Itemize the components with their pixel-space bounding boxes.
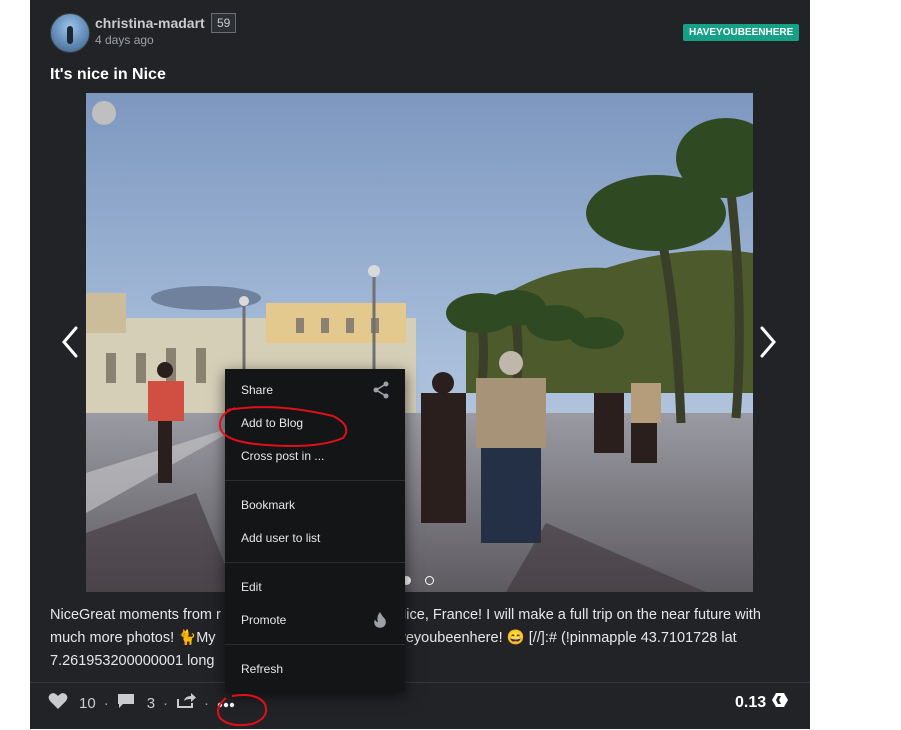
menu-divider — [225, 480, 405, 481]
menu-item-bookmark[interactable]: Bookmark — [241, 498, 295, 512]
community-tag[interactable]: HAVEYOUBEENHERE — [683, 24, 800, 41]
menu-item-share[interactable]: Share — [241, 383, 273, 397]
body-line-1: NiceGreat moments from r Nice, France! I … — [50, 604, 790, 627]
body-line-2: much more photos! 🐈My aveyoubeenhere! 😄 [… — [50, 627, 790, 650]
menu-item-add-to-blog[interactable]: Add to Blog — [241, 416, 303, 430]
fire-icon — [373, 611, 387, 634]
post-body: NiceGreat moments from r Nice, France! I … — [50, 604, 790, 673]
more-icon[interactable] — [217, 695, 235, 712]
share-icon — [372, 381, 390, 404]
heart-icon[interactable] — [48, 692, 68, 714]
payout-amount: 0.13 — [735, 693, 767, 711]
body-line-1-start: NiceGreat moments from r — [50, 607, 221, 623]
reblog-icon[interactable] — [176, 693, 197, 713]
menu-item-promote[interactable]: Promote — [241, 613, 286, 627]
author-name[interactable]: christina-madart — [95, 15, 205, 31]
carousel-dot-2[interactable] — [425, 576, 434, 585]
menu-item-add-user-to-list[interactable]: Add user to list — [241, 531, 320, 545]
menu-item-refresh[interactable]: Refresh — [241, 662, 283, 676]
post-options-menu: Share Add to Blog Cross post in ... Book… — [225, 369, 405, 692]
body-line-3: 7.261953200000001 long — [50, 653, 215, 669]
carousel-indicators — [402, 576, 434, 585]
post-actions: 10 · 3 · · — [48, 692, 235, 714]
reputation-badge: 59 — [211, 13, 237, 33]
separator-dot: · — [163, 694, 169, 712]
comment-icon[interactable] — [117, 693, 135, 714]
menu-item-cross-post[interactable]: Cross post in ... — [241, 449, 324, 463]
post-image[interactable] — [86, 93, 753, 592]
comment-count[interactable]: 3 — [147, 695, 155, 712]
payout-value[interactable]: 0.13 — [735, 692, 789, 713]
separator-dot: · — [204, 694, 210, 712]
body-line-2-start: much more photos! 🐈My — [50, 630, 216, 646]
footer-divider — [30, 682, 810, 683]
menu-divider — [225, 644, 405, 645]
post-title[interactable]: It's nice in Nice — [50, 66, 166, 84]
promenade-photo — [86, 93, 753, 592]
hive-icon — [772, 692, 789, 713]
carousel-next-button[interactable] — [756, 322, 780, 362]
menu-item-edit[interactable]: Edit — [241, 580, 262, 594]
menu-divider — [225, 562, 405, 563]
chevron-left-icon — [62, 326, 78, 358]
body-line-1-end: Nice, France! I will make a full trip on… — [395, 607, 761, 623]
body-line-2-end: aveyoubeenhere! 😄 [//]:# (!pinmapple 43.… — [390, 630, 737, 646]
carousel-prev-button[interactable] — [58, 322, 82, 362]
chevron-right-icon — [760, 326, 776, 358]
avatar[interactable] — [50, 13, 90, 53]
separator-dot: · — [103, 694, 109, 712]
post-timestamp[interactable]: 4 days ago — [95, 33, 154, 47]
like-count[interactable]: 10 — [79, 695, 96, 712]
